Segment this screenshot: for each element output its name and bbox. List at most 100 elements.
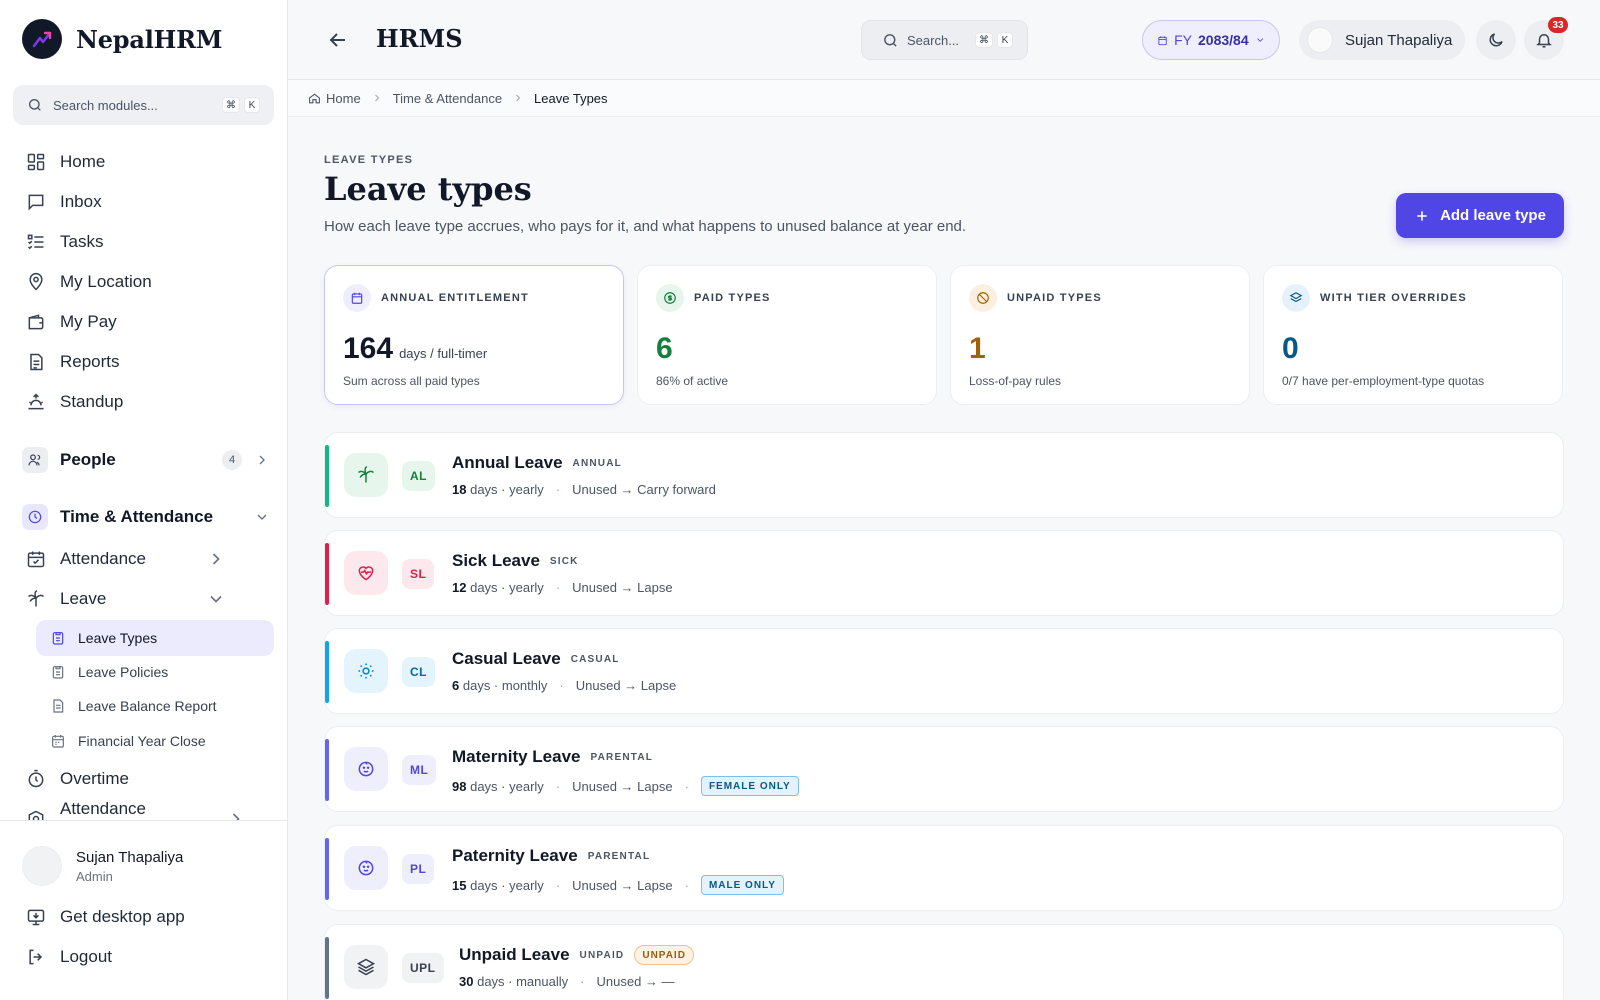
sidebar-group-people[interactable]: People 4	[22, 445, 270, 475]
global-search-input[interactable]: Search... ⌘ K	[861, 20, 1028, 60]
leave-code: CL	[402, 657, 435, 687]
breadcrumb-section[interactable]: Time & Attendance	[393, 91, 502, 106]
dollar-icon	[656, 284, 684, 312]
page-eyebrow: LEAVE TYPES	[324, 154, 414, 166]
grid-icon	[27, 153, 45, 171]
leave-code: ML	[402, 755, 437, 785]
theme-toggle-button[interactable]	[1476, 20, 1516, 60]
leave-category: PARENTAL	[590, 751, 654, 763]
leave-days: 15	[452, 877, 467, 893]
leave-category: SICK	[549, 555, 579, 567]
breadcrumb-home[interactable]: Home	[308, 91, 361, 106]
sidebar-subitem-financial-year-close[interactable]: Financial Year Close	[48, 723, 274, 759]
leave-category: ANNUAL	[572, 457, 622, 469]
sidebar-subitem-leave-policies[interactable]: Leave Policies	[48, 654, 274, 690]
sidebar-search-input[interactable]: Search modules... ⌘ K	[13, 85, 274, 125]
people-count-badge: 4	[222, 450, 242, 470]
leave-name: Casual Leave	[452, 649, 561, 668]
stat-label: UNPAID TYPES	[1007, 292, 1102, 304]
stat-unit: days / full-timer	[399, 346, 488, 361]
plus-icon	[1417, 210, 1427, 221]
add-leave-type-button[interactable]: Add leave type	[1396, 193, 1564, 238]
sidebar-item-reports[interactable]: Reports	[26, 348, 120, 376]
search-icon	[29, 99, 41, 111]
brand-logo-icon	[22, 19, 62, 59]
row-accent	[325, 739, 329, 801]
stat-card-unpaid-types[interactable]: UNPAID TYPES 1 Loss-of-pay rules	[950, 265, 1250, 405]
eligibility-badge: MALE ONLY	[700, 875, 784, 895]
sidebar-item-my-pay[interactable]: My Pay	[26, 308, 117, 336]
sidebar-item-attendance[interactable]: Attendance	[26, 545, 226, 573]
stat-card-tier-overrides[interactable]: WITH TIER OVERRIDES 0 0/7 have per-emplo…	[1263, 265, 1563, 405]
logout-link[interactable]: Logout	[26, 943, 112, 971]
sun-icon	[344, 649, 388, 693]
sidebar-item-home[interactable]: Home	[26, 148, 105, 176]
stat-card-annual-entitlement[interactable]: ANNUAL ENTITLEMENT 164 days / full-timer…	[324, 265, 624, 405]
sidebar: NepalHRM Search modules... ⌘ K Home Inbox…	[0, 0, 288, 1000]
notifications-button[interactable]: 33	[1524, 17, 1568, 60]
clock-icon	[22, 504, 48, 530]
brand-name: NepalHRM	[76, 24, 223, 54]
page-title: Leave types	[324, 170, 532, 208]
stat-label: ANNUAL ENTITLEMENT	[381, 292, 529, 304]
palm-tree-icon	[27, 589, 45, 607]
baby-icon	[344, 747, 388, 791]
leave-type-row-unpaid[interactable]: UPL Unpaid Leave UNPAID UNPAID 30 days ·…	[324, 924, 1564, 1000]
sidebar-subitem-leave-balance-report[interactable]: Leave Balance Report	[48, 688, 274, 724]
clipboard-icon	[52, 666, 64, 679]
breadcrumb-current: Leave Types	[534, 90, 608, 106]
sidebar-item-label: Overtime	[60, 769, 129, 788]
leave-type-row-casual[interactable]: CL Casual Leave CASUAL 6 days · monthly …	[324, 628, 1564, 714]
back-arrow-icon[interactable]	[326, 28, 350, 52]
sidebar-item-leave[interactable]: Leave	[26, 585, 226, 613]
leave-days: 30	[459, 974, 474, 989]
search-icon	[884, 33, 897, 47]
monitor-download-icon	[27, 909, 45, 926]
fiscal-year-selector[interactable]: FY 2083/84	[1142, 20, 1280, 60]
document-icon	[30, 353, 43, 371]
bell-icon	[1536, 34, 1552, 48]
sidebar-item-overtime[interactable]: Overtime	[26, 765, 129, 793]
sidebar-search-placeholder: Search modules...	[53, 97, 158, 113]
add-leave-type-label: Add leave type	[1440, 207, 1546, 224]
get-desktop-app-link[interactable]: Get desktop app	[26, 903, 185, 931]
chevron-down-icon	[210, 595, 222, 603]
settings-icon	[28, 810, 44, 820]
leave-type-row-maternity[interactable]: ML Maternity Leave PARENTAL 98 days · ye…	[324, 726, 1564, 812]
sidebar-item-label: My Pay	[60, 312, 117, 331]
kbd-k: K	[997, 32, 1013, 48]
chevron-right-icon	[516, 94, 521, 102]
wallet-icon	[28, 314, 44, 330]
logout-icon	[29, 949, 43, 965]
leave-type-row-paternity[interactable]: PL Paternity Leave PARENTAL 15 days · ye…	[324, 825, 1564, 911]
leave-days: 18	[452, 482, 467, 497]
sidebar-item-inbox[interactable]: Inbox	[26, 188, 102, 216]
kbd-cmd: ⌘	[222, 97, 240, 113]
sidebar-item-attendance-settings[interactable]: Attendance Settings	[26, 799, 246, 820]
leave-code: SL	[402, 559, 435, 589]
fy-value: 2083/84	[1198, 32, 1249, 48]
sidebar-group-time-attendance[interactable]: Time & Attendance	[22, 502, 270, 532]
sidebar-item-label: Leave	[60, 589, 107, 608]
brand[interactable]: NepalHRM	[22, 19, 222, 59]
row-accent	[325, 937, 329, 999]
calendar-icon	[52, 735, 64, 748]
baby-icon	[344, 846, 388, 890]
stat-card-paid-types[interactable]: PAID TYPES 6 86% of active	[637, 265, 937, 405]
stat-label: WITH TIER OVERRIDES	[1320, 292, 1467, 304]
stat-label: PAID TYPES	[694, 292, 771, 304]
user-menu[interactable]: Sujan Thapaliya	[1299, 20, 1465, 60]
sidebar-item-my-location[interactable]: My Location	[26, 268, 152, 296]
sidebar-item-standup[interactable]: Standup	[26, 388, 123, 416]
sidebar-subitem-leave-types[interactable]: Leave Types	[36, 620, 274, 656]
leave-type-row-sick[interactable]: SL Sick Leave SICK 12 days · yearly · Un…	[324, 530, 1564, 616]
palm-tree-icon	[344, 453, 388, 497]
sidebar-user-role: Admin	[76, 868, 113, 884]
sidebar-user-card[interactable]: Sujan Thapaliya Admin	[22, 846, 183, 886]
sidebar-item-tasks[interactable]: Tasks	[26, 228, 103, 256]
sidebar-item-label: Standup	[60, 392, 124, 411]
leave-type-row-annual[interactable]: AL Annual Leave ANNUAL 18 days · yearly …	[324, 432, 1564, 518]
notification-count-badge: 33	[1548, 17, 1568, 33]
leave-code: AL	[402, 461, 435, 491]
timer-icon	[28, 769, 44, 788]
